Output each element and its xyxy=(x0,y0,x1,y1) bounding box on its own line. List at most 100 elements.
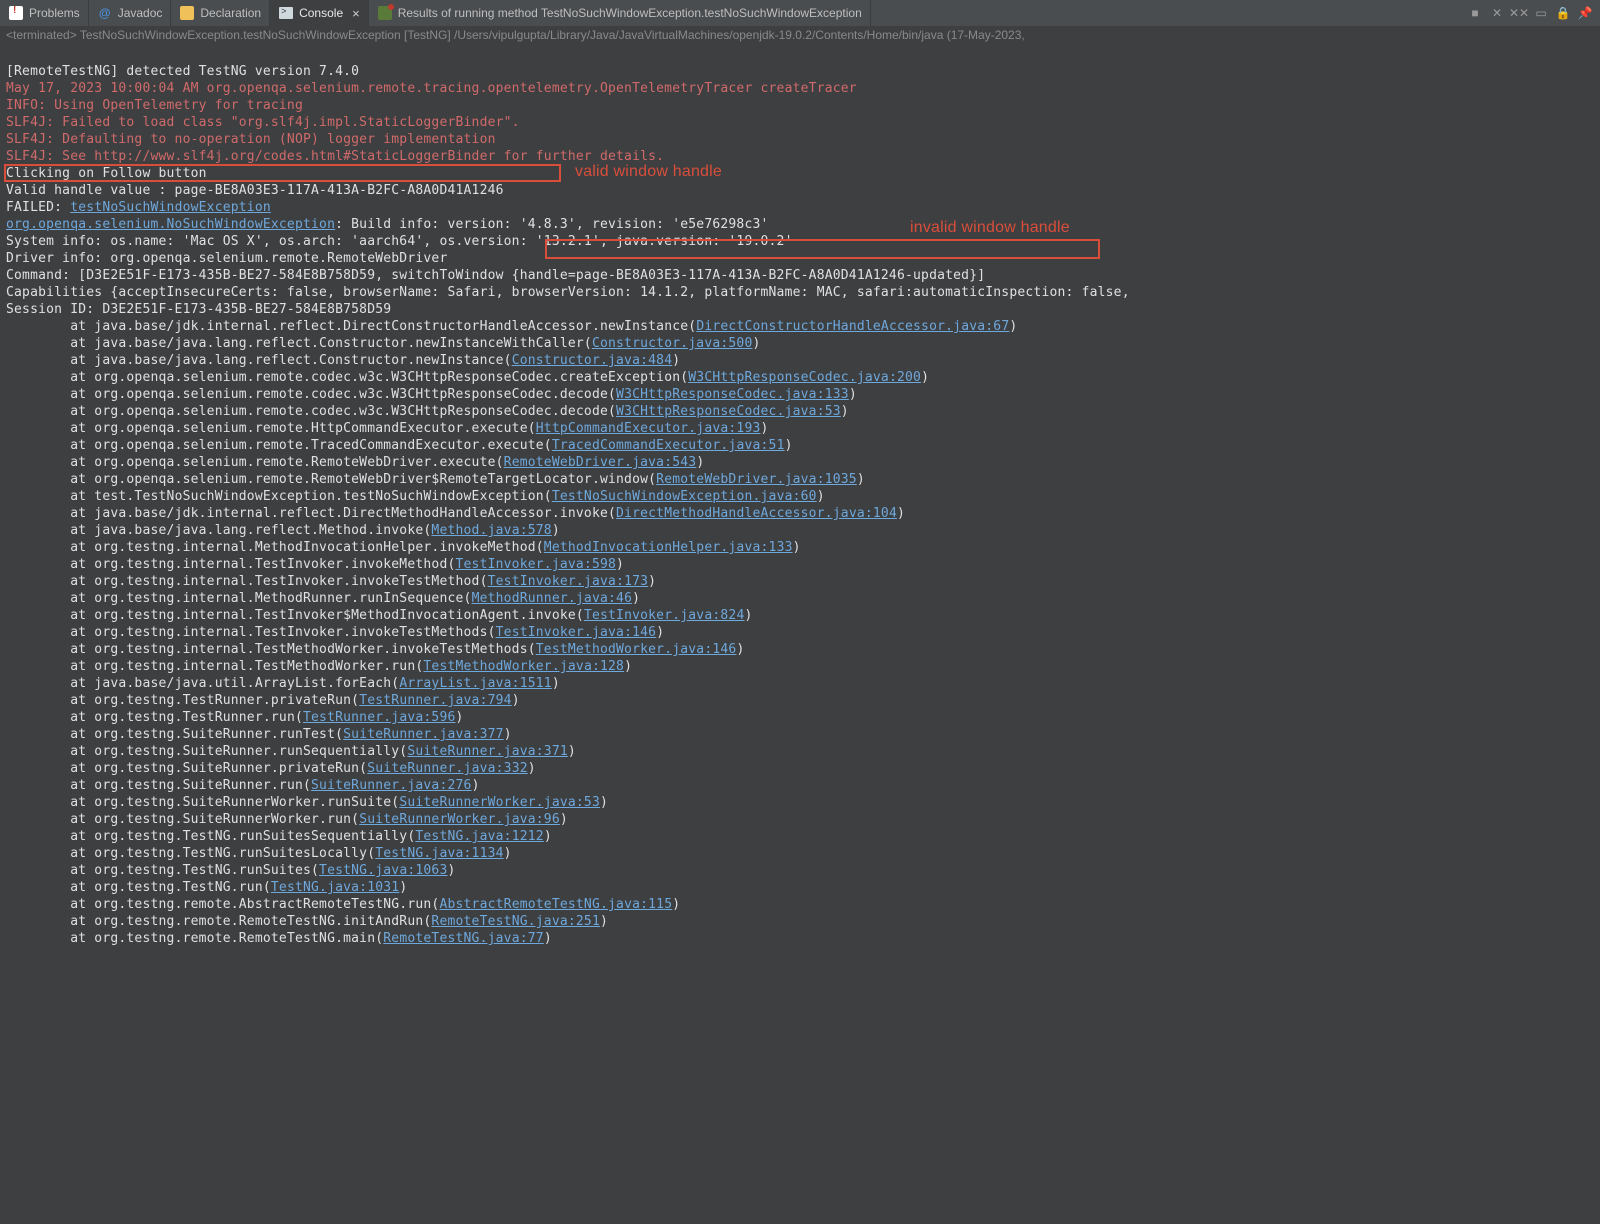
tab-label: Results of running method TestNoSuchWind… xyxy=(398,6,862,20)
console-line: INFO: Using OpenTelemetry for tracing xyxy=(6,98,303,113)
stack-frame: at org.testng.SuiteRunner.runSequentiall… xyxy=(6,744,576,759)
stack-frame: at org.testng.internal.MethodRunner.runI… xyxy=(6,591,640,606)
console-line: FAILED: testNoSuchWindowException xyxy=(6,200,271,215)
stack-frame: at org.testng.SuiteRunnerWorker.runSuite… xyxy=(6,795,608,810)
tab-declaration[interactable]: Declaration xyxy=(171,0,270,26)
stack-frame: at org.testng.TestRunner.run(TestRunner.… xyxy=(6,710,464,725)
source-link[interactable]: TestNG.java:1031 xyxy=(271,880,399,895)
source-link[interactable]: SuiteRunnerWorker.java:53 xyxy=(399,795,600,810)
stack-frame: at java.base/java.util.ArrayList.forEach… xyxy=(6,676,560,691)
source-link[interactable]: TracedCommandExecutor.java:51 xyxy=(552,438,785,453)
source-link[interactable]: TestMethodWorker.java:146 xyxy=(536,642,737,657)
stack-frame: at org.testng.internal.TestInvoker.invok… xyxy=(6,557,624,572)
valid-handle-annotation: valid window handle xyxy=(575,163,722,180)
problems-icon xyxy=(8,5,24,21)
remove-launch-icon[interactable]: ✕ xyxy=(1488,4,1506,22)
source-link[interactable]: RemoteWebDriver.java:543 xyxy=(504,455,697,470)
source-link[interactable]: Constructor.java:500 xyxy=(592,336,753,351)
tab-label: Javadoc xyxy=(118,6,163,20)
stack-frame: at org.openqa.selenium.remote.codec.w3c.… xyxy=(6,370,929,385)
source-link[interactable]: SuiteRunnerWorker.java:96 xyxy=(359,812,560,827)
source-link[interactable]: TestMethodWorker.java:128 xyxy=(423,659,624,674)
exception-link[interactable]: org.openqa.selenium.NoSuchWindowExceptio… xyxy=(6,217,335,232)
tab-console[interactable]: Console × xyxy=(270,0,369,26)
source-link[interactable]: TestNG.java:1134 xyxy=(375,846,503,861)
source-link[interactable]: RemoteTestNG.java:77 xyxy=(383,931,544,946)
stack-frame: at org.testng.TestNG.runSuitesLocally(Te… xyxy=(6,846,512,861)
source-link[interactable]: RemoteWebDriver.java:1035 xyxy=(656,472,857,487)
source-link[interactable]: MethodInvocationHelper.java:133 xyxy=(544,540,793,555)
console-line: SLF4J: Failed to load class "org.slf4j.i… xyxy=(6,115,520,130)
console-line: May 17, 2023 10:00:04 AM org.openqa.sele… xyxy=(6,81,857,96)
console-line: Session ID: D3E2E51F-E173-435B-BE27-584E… xyxy=(6,302,391,317)
failed-test-link[interactable]: testNoSuchWindowException xyxy=(70,200,271,215)
source-link[interactable]: ArrayList.java:1511 xyxy=(399,676,552,691)
stack-frame: at org.testng.internal.MethodInvocationH… xyxy=(6,540,801,555)
terminate-icon[interactable]: ■ xyxy=(1466,4,1484,22)
pin-console-icon[interactable]: 📌 xyxy=(1576,4,1594,22)
console-line: Driver info: org.openqa.selenium.remote.… xyxy=(6,251,447,266)
stack-frame: at org.testng.remote.AbstractRemoteTestN… xyxy=(6,897,680,912)
source-link[interactable]: RemoteTestNG.java:251 xyxy=(431,914,600,929)
stack-frame: at org.testng.SuiteRunner.run(SuiteRunne… xyxy=(6,778,480,793)
tab-label: Declaration xyxy=(200,6,261,20)
source-link[interactable]: SuiteRunner.java:377 xyxy=(343,727,504,742)
stack-frame: at org.testng.internal.TestInvoker.invok… xyxy=(6,574,656,589)
stack-frame: at org.testng.SuiteRunnerWorker.run(Suit… xyxy=(6,812,568,827)
source-link[interactable]: TestNG.java:1212 xyxy=(415,829,543,844)
source-link[interactable]: Constructor.java:484 xyxy=(512,353,673,368)
invalid-handle-annotation: invalid window handle xyxy=(910,219,1070,236)
stack-frame: at java.base/java.lang.reflect.Method.in… xyxy=(6,523,560,538)
source-link[interactable]: SuiteRunner.java:332 xyxy=(367,761,528,776)
source-link[interactable]: W3CHttpResponseCodec.java:53 xyxy=(616,404,841,419)
source-link[interactable]: HttpCommandExecutor.java:193 xyxy=(536,421,761,436)
console-line: Command: [D3E2E51F-E173-435B-BE27-584E8B… xyxy=(6,268,985,283)
stack-frame: at org.openqa.selenium.remote.RemoteWebD… xyxy=(6,455,704,470)
stack-frame: at org.testng.internal.TestInvoker$Metho… xyxy=(6,608,753,623)
close-icon[interactable]: × xyxy=(352,6,360,21)
stack-frame: at org.openqa.selenium.remote.codec.w3c.… xyxy=(6,387,857,402)
clear-console-icon[interactable]: ▭ xyxy=(1532,4,1550,22)
stack-frame: at org.testng.TestNG.runSuitesSequential… xyxy=(6,829,552,844)
console-line: [RemoteTestNG] detected TestNG version 7… xyxy=(6,64,359,79)
stack-frame: at org.testng.internal.TestMethodWorker.… xyxy=(6,659,632,674)
source-link[interactable]: TestInvoker.java:173 xyxy=(488,574,649,589)
source-link[interactable]: AbstractRemoteTestNG.java:115 xyxy=(439,897,672,912)
tab-javadoc[interactable]: @ Javadoc xyxy=(89,0,172,26)
console-line: System info: os.name: 'Mac OS X', os.arc… xyxy=(6,234,793,249)
console-output: [RemoteTestNG] detected TestNG version 7… xyxy=(0,44,1600,1052)
source-link[interactable]: W3CHttpResponseCodec.java:200 xyxy=(688,370,921,385)
remove-all-icon[interactable]: ✕✕ xyxy=(1510,4,1528,22)
scroll-lock-icon[interactable]: 🔒 xyxy=(1554,4,1572,22)
source-link[interactable]: TestInvoker.java:146 xyxy=(496,625,657,640)
source-link[interactable]: TestInvoker.java:824 xyxy=(584,608,745,623)
tab-problems[interactable]: Problems xyxy=(0,0,89,26)
source-link[interactable]: DirectConstructorHandleAccessor.java:67 xyxy=(696,319,1009,334)
source-link[interactable]: W3CHttpResponseCodec.java:133 xyxy=(616,387,849,402)
stack-frame: at org.testng.SuiteRunner.privateRun(Sui… xyxy=(6,761,536,776)
source-link[interactable]: MethodRunner.java:46 xyxy=(472,591,633,606)
source-link[interactable]: TestNG.java:1063 xyxy=(319,863,447,878)
console-line: SLF4J: Defaulting to no-operation (NOP) … xyxy=(6,132,496,147)
source-link[interactable]: TestRunner.java:794 xyxy=(359,693,512,708)
source-link[interactable]: DirectMethodHandleAccessor.java:104 xyxy=(616,506,897,521)
stack-frame: at java.base/java.lang.reflect.Construct… xyxy=(6,336,761,351)
source-link[interactable]: TestInvoker.java:598 xyxy=(456,557,617,572)
tab-label: Console xyxy=(299,6,343,20)
source-link[interactable]: TestNoSuchWindowException.java:60 xyxy=(552,489,817,504)
tab-label: Problems xyxy=(29,6,80,20)
stack-frame: at org.openqa.selenium.remote.codec.w3c.… xyxy=(6,404,849,419)
stack-frame: at org.openqa.selenium.remote.TracedComm… xyxy=(6,438,793,453)
stack-frame: at org.testng.remote.RemoteTestNG.main(R… xyxy=(6,931,552,946)
stack-frame: at org.testng.TestNG.runSuites(TestNG.ja… xyxy=(6,863,456,878)
console-line: Clicking on Follow button xyxy=(6,166,207,181)
source-link[interactable]: Method.java:578 xyxy=(431,523,551,538)
tab-results[interactable]: Results of running method TestNoSuchWind… xyxy=(369,0,871,26)
console-line: SLF4J: See http://www.slf4j.org/codes.ht… xyxy=(6,149,664,164)
source-link[interactable]: TestRunner.java:596 xyxy=(303,710,456,725)
stack-frame: at org.openqa.selenium.remote.HttpComman… xyxy=(6,421,769,436)
stack-frame: at org.testng.SuiteRunner.runTest(SuiteR… xyxy=(6,727,512,742)
source-link[interactable]: SuiteRunner.java:276 xyxy=(311,778,472,793)
source-link[interactable]: SuiteRunner.java:371 xyxy=(407,744,568,759)
console-icon xyxy=(278,5,294,21)
